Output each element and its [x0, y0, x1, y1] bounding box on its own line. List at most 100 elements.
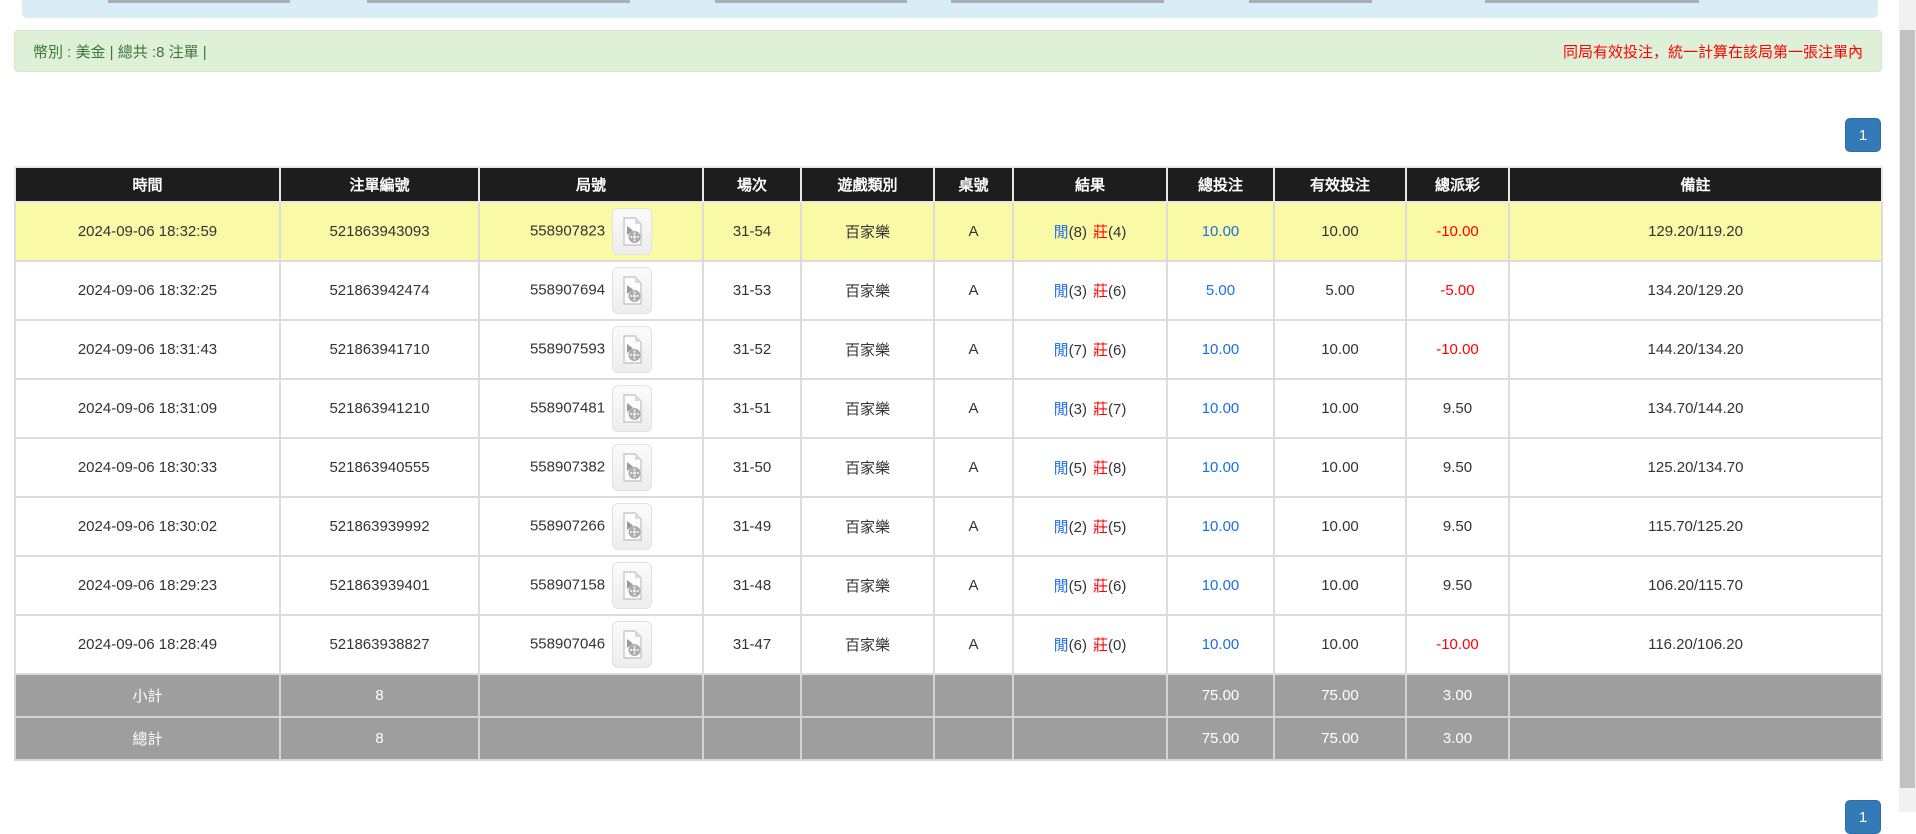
- cell-bet-no: 521863940555: [280, 438, 479, 497]
- cell-time: 2024-09-06 18:30:02: [15, 497, 280, 556]
- cell-total-bet[interactable]: 10.00: [1167, 615, 1274, 674]
- cell-payout: -10.00: [1406, 615, 1509, 674]
- grand-total-count: 8: [280, 717, 479, 760]
- cell-table-no: A: [934, 497, 1013, 556]
- cell-table-no: A: [934, 202, 1013, 261]
- video-replay-icon[interactable]: [612, 562, 652, 609]
- cell-session: 31-51: [703, 379, 801, 438]
- result-banker-label: 莊: [1093, 519, 1108, 536]
- cell-table-no: A: [934, 438, 1013, 497]
- result-banker-label: 莊: [1093, 460, 1108, 477]
- cell-remark: 125.20/134.70: [1509, 438, 1882, 497]
- cell-bet-no: 521863942474: [280, 261, 479, 320]
- vertical-scrollbar[interactable]: [1899, 0, 1916, 812]
- header-game-type: 遊戲類別: [801, 167, 934, 202]
- cell-session: 31-50: [703, 438, 801, 497]
- subtotal-total-bet: 75.00: [1167, 674, 1274, 717]
- cell-total-bet[interactable]: 10.00: [1167, 556, 1274, 615]
- result-banker-score: (7): [1108, 401, 1126, 418]
- cell-payout: 9.50: [1406, 379, 1509, 438]
- grand-total-payout: 3.00: [1406, 717, 1509, 760]
- cell-remark: 116.20/106.20: [1509, 615, 1882, 674]
- video-replay-icon[interactable]: [612, 208, 652, 255]
- subtotal-valid-bet: 75.00: [1274, 674, 1406, 717]
- cell-total-bet[interactable]: 10.00: [1167, 320, 1274, 379]
- cell-result: 閒(5)莊(8): [1013, 438, 1167, 497]
- result-banker-score: (6): [1108, 342, 1126, 359]
- cell-result: 閒(5)莊(6): [1013, 556, 1167, 615]
- pagination-page-1-bottom[interactable]: 1: [1845, 800, 1881, 834]
- cell-bet-no: 521863941710: [280, 320, 479, 379]
- header-remark: 備註: [1509, 167, 1882, 202]
- pagination-page-1-top[interactable]: 1: [1845, 118, 1881, 152]
- result-banker-label: 莊: [1093, 283, 1108, 300]
- result-player-score: (5): [1069, 460, 1087, 477]
- cell-total-bet[interactable]: 10.00: [1167, 202, 1274, 261]
- cell-total-bet[interactable]: 5.00: [1167, 261, 1274, 320]
- cell-valid-bet: 10.00: [1274, 615, 1406, 674]
- cell-time: 2024-09-06 18:32:59: [15, 202, 280, 261]
- filter-panel-cutoff: [22, 0, 1878, 18]
- table-row: 2024-09-06 18:30:02 521863939992 5589072…: [15, 497, 1882, 556]
- scrollbar-thumb[interactable]: [1900, 30, 1915, 788]
- result-player-label: 閒: [1054, 519, 1069, 536]
- cell-game-type: 百家樂: [801, 202, 934, 261]
- result-player-label: 閒: [1054, 578, 1069, 595]
- cell-table-no: A: [934, 615, 1013, 674]
- cell-result: 閒(6)莊(0): [1013, 615, 1167, 674]
- cell-remark: 129.20/119.20: [1509, 202, 1882, 261]
- cell-session: 31-54: [703, 202, 801, 261]
- cell-remark: 134.70/144.20: [1509, 379, 1882, 438]
- cell-time: 2024-09-06 18:31:43: [15, 320, 280, 379]
- result-player-score: (2): [1069, 519, 1087, 536]
- cell-bet-no: 521863938827: [280, 615, 479, 674]
- result-player-score: (3): [1069, 401, 1087, 418]
- input-underline: [1249, 0, 1372, 3]
- input-underline: [108, 0, 290, 3]
- cell-result: 閒(8)莊(4): [1013, 202, 1167, 261]
- header-table-no: 桌號: [934, 167, 1013, 202]
- cell-remark: 134.20/129.20: [1509, 261, 1882, 320]
- header-round-no: 局號: [479, 167, 703, 202]
- cell-valid-bet: 10.00: [1274, 556, 1406, 615]
- cell-valid-bet: 10.00: [1274, 438, 1406, 497]
- cell-valid-bet: 10.00: [1274, 320, 1406, 379]
- cell-time: 2024-09-06 18:29:23: [15, 556, 280, 615]
- cell-valid-bet: 10.00: [1274, 202, 1406, 261]
- cell-total-bet[interactable]: 10.00: [1167, 438, 1274, 497]
- header-payout: 總派彩: [1406, 167, 1509, 202]
- result-player-score: (3): [1069, 283, 1087, 300]
- cell-payout: 9.50: [1406, 497, 1509, 556]
- video-replay-icon[interactable]: [612, 385, 652, 432]
- subtotal-label: 小計: [15, 674, 280, 717]
- video-replay-icon[interactable]: [612, 444, 652, 491]
- cell-round-no: 558907694: [479, 261, 703, 320]
- result-player-score: (6): [1069, 637, 1087, 654]
- video-replay-icon[interactable]: [612, 326, 652, 373]
- grand-total-total-bet: 75.00: [1167, 717, 1274, 760]
- header-valid-bet: 有效投注: [1274, 167, 1406, 202]
- video-replay-icon[interactable]: [612, 503, 652, 550]
- table-row: 2024-09-06 18:30:33 521863940555 5589073…: [15, 438, 1882, 497]
- video-replay-icon[interactable]: [612, 267, 652, 314]
- cell-game-type: 百家樂: [801, 379, 934, 438]
- table-body: 2024-09-06 18:32:59 521863943093 5589078…: [15, 202, 1882, 674]
- cell-game-type: 百家樂: [801, 556, 934, 615]
- table-row: 2024-09-06 18:31:09 521863941210 5589074…: [15, 379, 1882, 438]
- cell-bet-no: 521863939401: [280, 556, 479, 615]
- result-player-label: 閒: [1054, 637, 1069, 654]
- result-player-label: 閒: [1054, 460, 1069, 477]
- cell-session: 31-47: [703, 615, 801, 674]
- cell-game-type: 百家樂: [801, 320, 934, 379]
- cell-game-type: 百家樂: [801, 497, 934, 556]
- cell-total-bet[interactable]: 10.00: [1167, 497, 1274, 556]
- cell-table-no: A: [934, 320, 1013, 379]
- currency-summary-text: 幣別 : 美金 | 總共 :8 注單 |: [33, 41, 207, 62]
- input-underline: [1485, 0, 1699, 3]
- cell-payout: -10.00: [1406, 320, 1509, 379]
- header-total-bet: 總投注: [1167, 167, 1274, 202]
- cell-remark: 115.70/125.20: [1509, 497, 1882, 556]
- header-result: 結果: [1013, 167, 1167, 202]
- cell-total-bet[interactable]: 10.00: [1167, 379, 1274, 438]
- video-replay-icon[interactable]: [612, 621, 652, 668]
